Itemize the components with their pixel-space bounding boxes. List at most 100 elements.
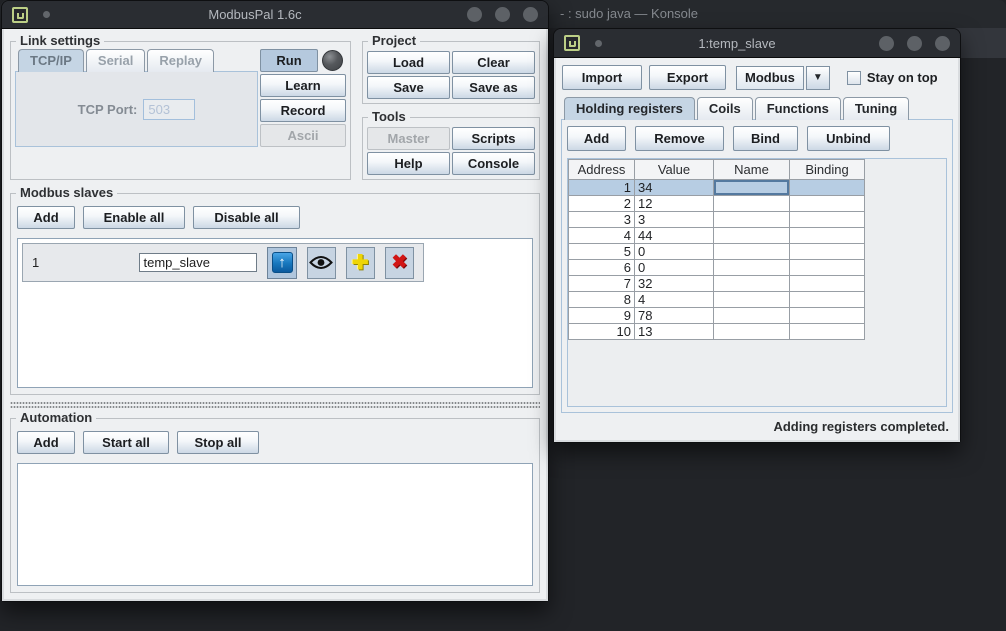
console-button[interactable]: Console <box>452 152 535 175</box>
table-row[interactable]: 732 <box>569 276 865 292</box>
maximize-button[interactable] <box>495 7 510 22</box>
table-row[interactable]: 444 <box>569 228 865 244</box>
table-row[interactable]: 50 <box>569 244 865 260</box>
scripts-button[interactable]: Scripts <box>452 127 535 150</box>
maximize-button[interactable] <box>907 36 922 51</box>
address-cell[interactable]: 7 <box>569 276 635 292</box>
column-header-name[interactable]: Name <box>714 160 790 180</box>
value-cell[interactable]: 32 <box>635 276 714 292</box>
chevron-down-icon[interactable]: ▼ <box>806 66 830 90</box>
app-icon[interactable] <box>12 7 28 23</box>
name-cell[interactable] <box>714 276 790 292</box>
run-button[interactable]: Run <box>260 49 318 72</box>
stay-on-top-checkbox[interactable] <box>847 71 861 85</box>
slave-enable-toggle-button[interactable]: ↑ <box>267 247 296 279</box>
address-cell[interactable]: 10 <box>569 324 635 340</box>
name-cell[interactable] <box>714 308 790 324</box>
binding-cell[interactable] <box>790 228 865 244</box>
address-cell[interactable]: 4 <box>569 228 635 244</box>
value-cell[interactable]: 0 <box>635 260 714 276</box>
load-button[interactable]: Load <box>367 51 450 74</box>
binding-cell[interactable] <box>790 180 865 196</box>
table-row[interactable]: 134 <box>569 180 865 196</box>
temp-slave-titlebar[interactable]: 1:temp_slave <box>554 29 960 58</box>
value-cell[interactable]: 12 <box>635 196 714 212</box>
import-button[interactable]: Import <box>562 65 642 90</box>
name-cell[interactable] <box>714 180 790 196</box>
record-button[interactable]: Record <box>260 99 346 122</box>
table-row[interactable]: 33 <box>569 212 865 228</box>
stop-all-button[interactable]: Stop all <box>177 431 259 454</box>
binding-cell[interactable] <box>790 212 865 228</box>
slave-duplicate-button[interactable]: ✚ <box>346 247 375 279</box>
titlebar-menu-dot-icon[interactable] <box>595 40 602 47</box>
value-cell[interactable]: 34 <box>635 180 714 196</box>
name-cell[interactable] <box>714 260 790 276</box>
registers-scroll-area[interactable]: Address Value Name Binding 1342123344450… <box>567 158 947 407</box>
add-automation-button[interactable]: Add <box>17 431 75 454</box>
table-row[interactable]: 978 <box>569 308 865 324</box>
disable-all-button[interactable]: Disable all <box>193 206 300 229</box>
slave-name-input[interactable] <box>139 253 257 272</box>
export-button[interactable]: Export <box>649 65 726 90</box>
value-cell[interactable]: 78 <box>635 308 714 324</box>
tab-coils[interactable]: Coils <box>697 97 753 120</box>
address-cell[interactable]: 1 <box>569 180 635 196</box>
minimize-button[interactable] <box>879 36 894 51</box>
value-cell[interactable]: 3 <box>635 212 714 228</box>
start-all-button[interactable]: Start all <box>83 431 169 454</box>
tab-serial[interactable]: Serial <box>86 49 145 72</box>
binding-cell[interactable] <box>790 308 865 324</box>
learn-button[interactable]: Learn <box>260 74 346 97</box>
column-header-address[interactable]: Address <box>569 160 635 180</box>
table-row[interactable]: 212 <box>569 196 865 212</box>
slave-delete-button[interactable]: ✖ <box>385 247 414 279</box>
binding-cell[interactable] <box>790 196 865 212</box>
binding-cell[interactable] <box>790 324 865 340</box>
close-button[interactable] <box>935 36 950 51</box>
name-cell[interactable] <box>714 244 790 260</box>
tab-tcpip[interactable]: TCP/IP <box>18 49 84 72</box>
minimize-button[interactable] <box>467 7 482 22</box>
add-slave-button[interactable]: Add <box>17 206 75 229</box>
name-cell[interactable] <box>714 196 790 212</box>
slave-row[interactable]: 1 ↑ ✚ ✖ <box>22 243 424 282</box>
add-register-button[interactable]: Add <box>567 126 626 151</box>
slave-view-button[interactable] <box>307 247 336 279</box>
enable-all-button[interactable]: Enable all <box>83 206 185 229</box>
remove-register-button[interactable]: Remove <box>635 126 724 151</box>
column-header-binding[interactable]: Binding <box>790 160 865 180</box>
table-row[interactable]: 1013 <box>569 324 865 340</box>
address-cell[interactable]: 6 <box>569 260 635 276</box>
address-cell[interactable]: 3 <box>569 212 635 228</box>
modbuspal-titlebar[interactable]: ModbusPal 1.6c <box>2 1 548 29</box>
titlebar-menu-dot-icon[interactable] <box>43 11 50 18</box>
app-icon[interactable] <box>564 35 580 51</box>
name-cell[interactable] <box>714 292 790 308</box>
binding-cell[interactable] <box>790 292 865 308</box>
tab-tuning[interactable]: Tuning <box>843 97 909 120</box>
name-cell[interactable] <box>714 228 790 244</box>
binding-cell[interactable] <box>790 244 865 260</box>
split-pane-divider[interactable] <box>10 400 540 408</box>
address-cell[interactable]: 8 <box>569 292 635 308</box>
tcp-port-input[interactable] <box>143 99 195 120</box>
address-cell[interactable]: 5 <box>569 244 635 260</box>
save-as-button[interactable]: Save as <box>452 76 535 99</box>
table-row[interactable]: 84 <box>569 292 865 308</box>
tab-functions[interactable]: Functions <box>755 97 841 120</box>
binding-cell[interactable] <box>790 276 865 292</box>
bind-button[interactable]: Bind <box>733 126 798 151</box>
column-header-value[interactable]: Value <box>635 160 714 180</box>
tab-holding-registers[interactable]: Holding registers <box>564 97 695 120</box>
value-cell[interactable]: 44 <box>635 228 714 244</box>
value-cell[interactable]: 13 <box>635 324 714 340</box>
address-cell[interactable]: 2 <box>569 196 635 212</box>
help-button[interactable]: Help <box>367 152 450 175</box>
save-button[interactable]: Save <box>367 76 450 99</box>
unbind-button[interactable]: Unbind <box>807 126 890 151</box>
clear-button[interactable]: Clear <box>452 51 535 74</box>
address-cell[interactable]: 9 <box>569 308 635 324</box>
close-button[interactable] <box>523 7 538 22</box>
table-row[interactable]: 60 <box>569 260 865 276</box>
